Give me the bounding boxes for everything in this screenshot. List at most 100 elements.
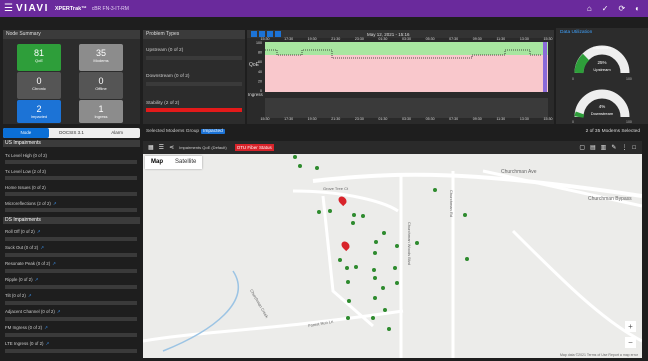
tab-satellite[interactable]: Satellite [169,156,202,169]
time-tick: 05:30 [426,37,435,41]
modem-marker[interactable] [346,316,350,320]
edit-icon[interactable]: ✎ [611,144,616,151]
ds-item[interactable]: Suck Out (0 of 2) ↗ [5,245,44,251]
upstream-label[interactable]: Upstream (0 of 2) [146,48,183,53]
problem-types-title: Problem Types [143,30,245,39]
modem-marker[interactable] [298,164,302,168]
share-icon[interactable]: ⋖ [169,144,174,151]
modem-marker[interactable] [351,221,355,225]
time-tick: 23:30 [355,117,364,121]
external-link-icon[interactable]: ↗ [52,261,56,266]
tab-docsis[interactable]: DOCSIS 3.1 [49,128,95,138]
us-item[interactable]: Tx Level Low (2 of 2) [5,169,46,174]
impairments-select[interactable]: Impairments QoE (Default) [179,145,227,150]
export-icon[interactable]: ▢ [579,144,585,151]
otu-fiber-status[interactable]: OTU Fiber Status [234,144,274,151]
modem-marker[interactable] [415,241,419,245]
tab-node[interactable]: Node [3,128,49,138]
modem-marker[interactable] [328,209,332,213]
first-icon[interactable] [251,31,257,37]
modem-marker[interactable] [433,188,437,192]
menu-icon[interactable]: ☰ [4,3,14,14]
modem-marker[interactable] [383,308,387,312]
ds-bar [5,349,137,353]
ds-item[interactable]: Roll Off (0 of 2) ↗ [5,229,40,235]
external-link-icon[interactable]: ↗ [40,245,44,250]
modem-marker[interactable] [346,280,350,284]
tile-offline[interactable]: 0 Offline [79,72,123,99]
modem-marker[interactable] [371,316,375,320]
ds-item[interactable]: FM Ingress (0 of 2) ↗ [5,325,48,331]
toggle-icon[interactable]: ◐ [635,4,640,13]
modem-marker[interactable] [373,251,377,255]
modem-marker[interactable] [373,276,377,280]
tab-map[interactable]: Map [145,156,169,169]
modem-marker[interactable] [352,213,356,217]
modem-marker[interactable] [393,266,397,270]
group-badge[interactable]: Impacted [201,129,225,134]
tile-modems[interactable]: 35 Modems [79,44,123,71]
gauges-svg: Maximum 25% Upstream 0 100 4% Downstream… [572,45,632,124]
modem-marker[interactable] [293,155,297,159]
stability-label[interactable]: Stability (2 of 2) [146,101,179,106]
us-item[interactable]: Tx Level High (0 of 2) [5,153,47,158]
modem-marker[interactable] [315,166,319,170]
time-tick: 19:30 [308,117,317,121]
calendar-icon[interactable]: ▤ [590,144,596,151]
map[interactable]: Churchman Ave Churchman Bypass Grove Tre… [143,141,642,358]
modem-marker[interactable] [463,213,467,217]
modem-marker[interactable] [387,327,391,331]
tile-impacted[interactable]: 2 Impacted [17,100,61,123]
tile-qoe[interactable]: 81 QoE [17,44,61,71]
map-view-icon[interactable]: ▦ [148,144,154,151]
modem-marker[interactable] [372,268,376,272]
us-item[interactable]: Home Issues (0 of 2) [5,185,46,190]
external-link-icon[interactable]: ↗ [45,341,49,346]
external-link-icon[interactable]: ↗ [57,309,61,314]
modem-marker[interactable] [374,240,378,244]
external-link-icon[interactable]: ↗ [44,325,48,330]
external-link-icon[interactable]: ↗ [28,293,32,298]
us-bar [5,192,137,196]
tile-ingress[interactable]: 1 Ingress [79,100,123,123]
modem-marker[interactable] [361,214,365,218]
tile-chronic[interactable]: 0 Chronic [17,72,61,99]
modem-marker[interactable] [465,257,469,261]
modem-marker[interactable] [347,299,351,303]
ds-item[interactable]: LTE Ingress (0 of 2) ↗ [5,341,49,347]
fullscreen-icon[interactable]: □ [632,145,636,151]
downstream-label[interactable]: Downstream (0 of 2) [146,74,189,79]
layers-icon[interactable]: ▥ [601,144,607,151]
home-icon[interactable]: ⌂ [587,4,592,13]
us-item[interactable]: Microreflections (2 of 2) ↗ [5,201,57,207]
problem-types-panel: Problem Types Upstream (0 of 2) Downstre… [143,30,245,124]
external-link-icon[interactable]: ↗ [35,277,39,282]
modem-marker[interactable] [373,296,377,300]
modem-marker[interactable] [395,244,399,248]
last-icon[interactable] [275,31,281,37]
modem-marker[interactable] [317,210,321,214]
zoom-in-button[interactable]: + [625,321,636,332]
ds-bar [5,301,137,305]
modem-marker[interactable] [381,286,385,290]
road-label: Churchman Ave [501,169,537,175]
more-icon[interactable]: ⋮ [621,144,627,151]
check-icon[interactable]: ✓ [602,4,609,13]
ds-item[interactable]: Adjacent Channel (0 of 2) ↗ [5,309,60,315]
modem-marker[interactable] [395,281,399,285]
tab-alarm[interactable]: Alarm [94,128,140,138]
modem-marker[interactable] [354,265,358,269]
external-link-icon[interactable]: ↗ [53,201,57,206]
ds-item[interactable]: Resonate Peak (0 of 2) ↗ [5,261,56,267]
ds-item[interactable]: Tilt (0 of 2) ↗ [5,293,32,299]
zoom-out-button[interactable]: − [625,337,636,348]
modem-marker[interactable] [345,266,349,270]
refresh-icon[interactable]: ⟳ [618,4,625,13]
external-link-icon[interactable]: ↗ [37,229,41,234]
qoe-chart-svg: May 12, 2021 - 15:16 QoE Ingress 15:3015… [247,30,554,121]
gauge-title: Maximum [593,45,611,50]
ds-item[interactable]: Ripple (0 of 2) ↗ [5,277,38,283]
modem-marker[interactable] [382,231,386,235]
modem-marker[interactable] [338,258,342,262]
list-icon[interactable]: ☰ [159,144,164,151]
